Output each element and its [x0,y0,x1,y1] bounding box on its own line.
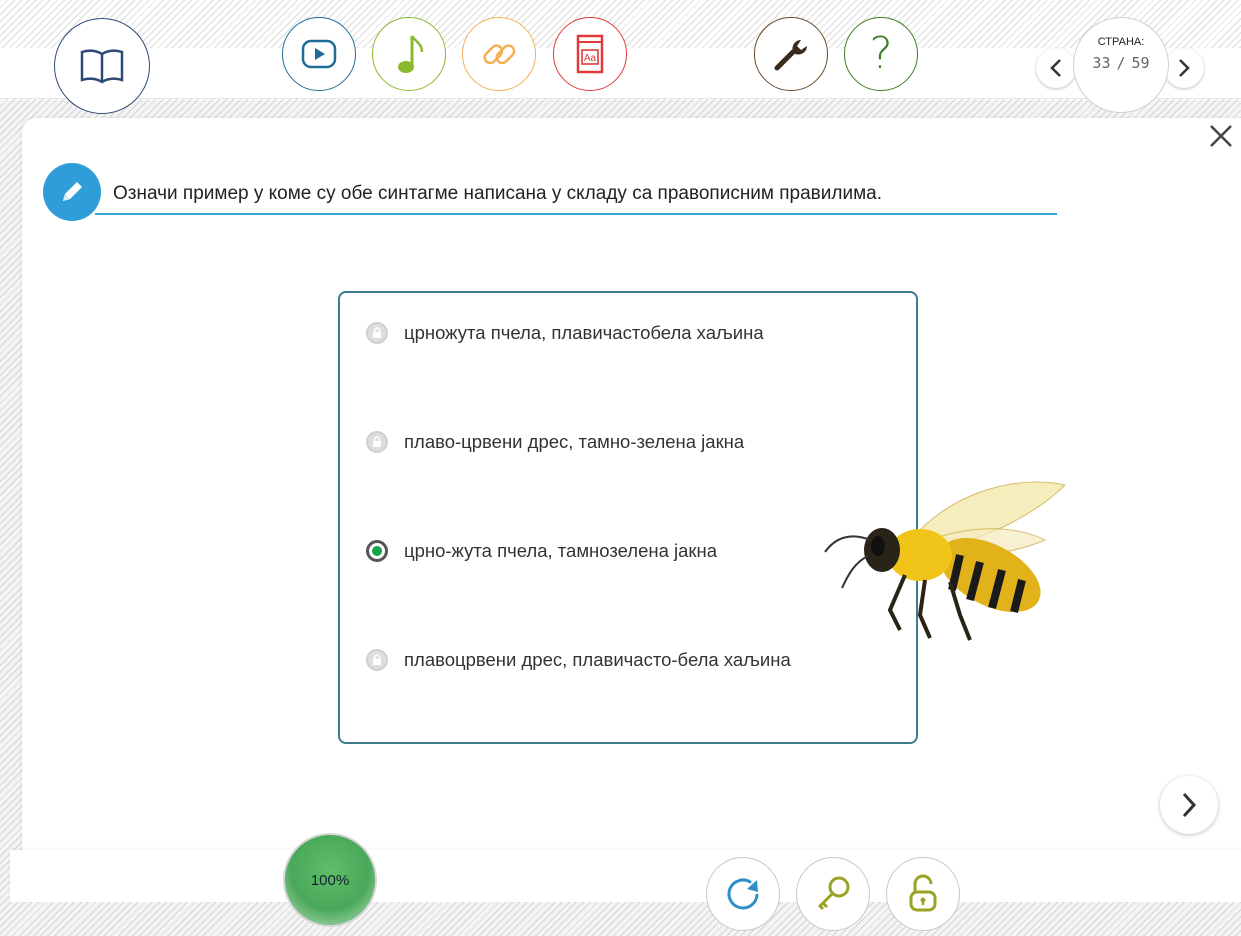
lock-icon [373,654,381,665]
unlock-icon [909,874,937,912]
close-icon [1210,125,1232,147]
score-badge: 100% [283,833,377,927]
next-exercise-button[interactable] [1160,776,1218,834]
link-button[interactable] [462,17,536,91]
next-page-button[interactable] [1164,48,1204,88]
svg-text:Aa: Aa [584,53,597,64]
pencil-icon [63,182,82,201]
radio-locked-1[interactable] [366,322,388,344]
previous-page-button[interactable] [1036,48,1076,88]
top-toolbar: Aa ? СТРАНА: 33 / 59 [0,0,1241,114]
lock-icon [373,327,381,338]
music-note-icon [398,35,424,73]
answer-option-3[interactable]: црно-жута пчела, тамнозелена јакна [366,540,717,562]
refresh-icon [727,878,759,910]
help-icon: ? [869,28,893,79]
close-button[interactable] [1204,119,1238,153]
radio-selected-3[interactable] [366,540,388,562]
key-icon [817,876,850,911]
question-underline [95,213,1057,215]
radio-dot [372,546,382,556]
page-current: 33 [1092,54,1111,72]
book-button[interactable] [54,18,150,114]
page-indicator: СТРАНА: 33 / 59 [1073,17,1169,113]
lock-icon [373,436,381,447]
page-total: 59 [1131,54,1150,72]
score-value: 100% [310,871,350,889]
pencil-badge [43,163,101,221]
answer-label-2: плаво-црвени дрес, тамно-зелена јакна [404,431,745,452]
wrench-icon [774,40,807,71]
answer-label-1: црножута пчела, плавичастобела хаљина [404,322,764,343]
answer-option-1[interactable]: црножута пчела, плавичастобела хаљина [366,322,764,344]
play-icon [301,39,337,69]
radio-locked-4[interactable] [366,649,388,671]
page-separator: / [1116,54,1126,72]
bottom-bar [10,850,1241,902]
unlock-button[interactable] [886,857,960,931]
music-button[interactable] [372,17,446,91]
chevron-left-icon [1050,59,1061,77]
help-button[interactable]: ? [844,17,918,91]
dictionary-icon: Aa [576,34,604,74]
tools-button[interactable] [754,17,828,91]
video-button[interactable] [282,17,356,91]
chevron-right-icon [1182,792,1197,818]
link-icon [483,44,516,65]
bee-illustration [824,481,1066,641]
radio-locked-2[interactable] [366,431,388,453]
answer-option-4[interactable]: плавоцрвени дрес, плавичасто-бела хаљина [366,649,791,671]
answer-option-2[interactable]: плаво-црвени дрес, тамно-зелена јакна [366,431,744,453]
dictionary-button[interactable]: Aa [553,17,627,91]
answer-label-4: плавоцрвени дрес, плавичасто-бела хаљина [404,649,791,670]
question-text: Означи пример у коме су обе синтагме нап… [113,183,882,204]
book-icon [80,49,124,84]
show-solution-button[interactable] [796,857,870,931]
answer-label-3: црно-жута пчела, тамнозелена јакна [404,540,718,561]
page-label: СТРАНА: [1097,36,1145,48]
retry-button[interactable] [706,857,780,931]
chevron-right-icon [1179,59,1190,77]
